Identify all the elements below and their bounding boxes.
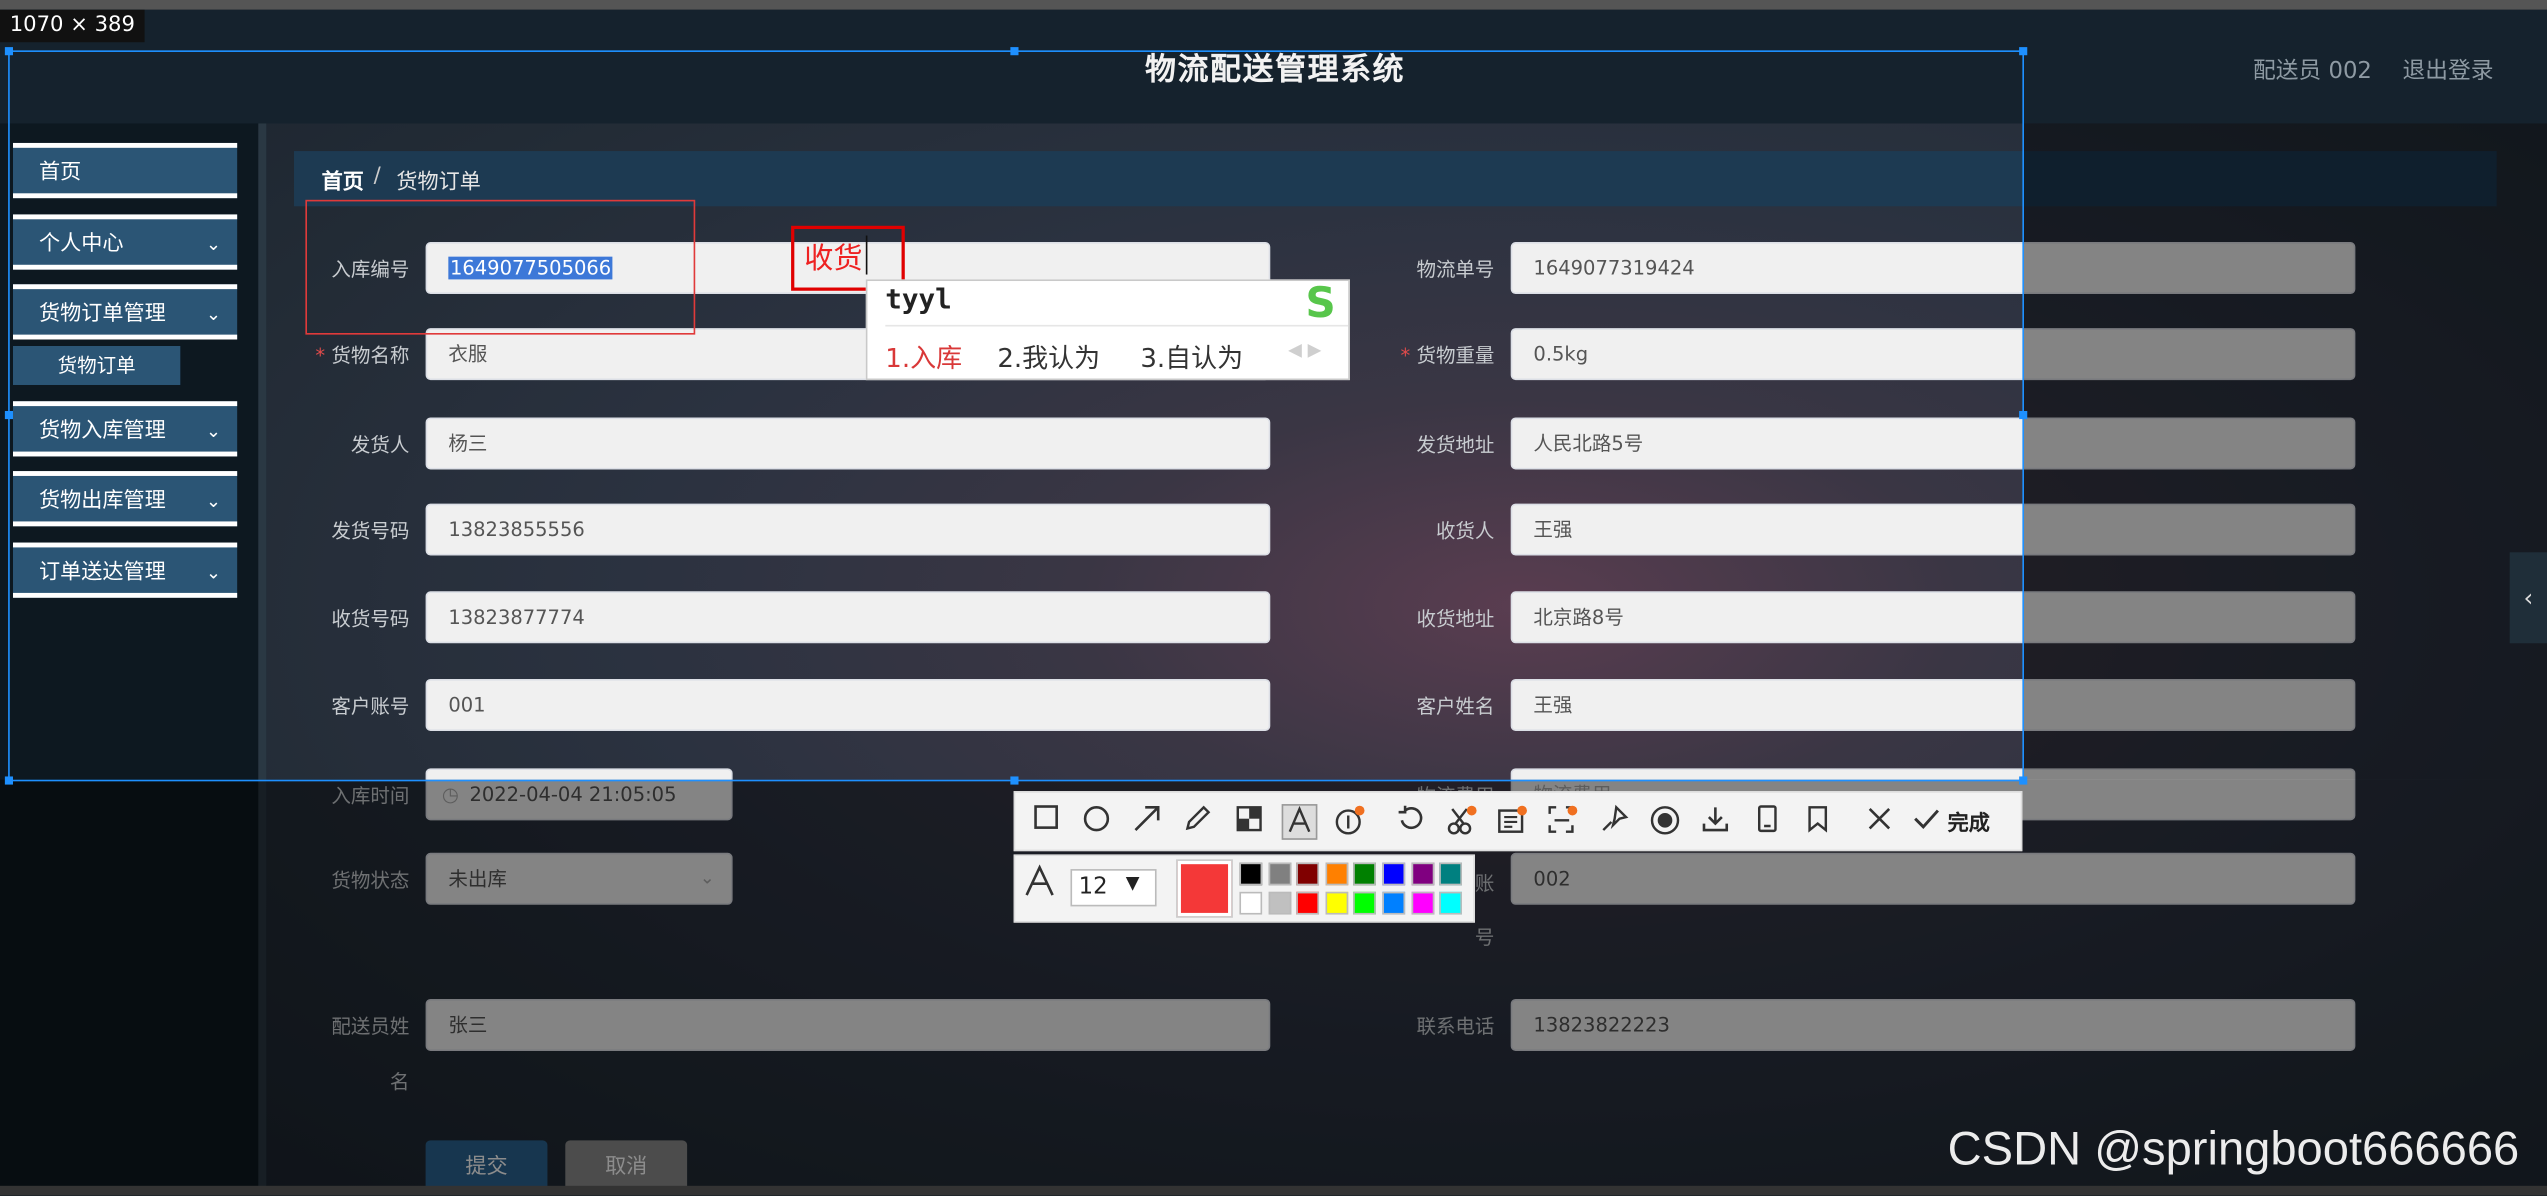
- font-size-select[interactable]: 12: [1070, 869, 1157, 907]
- screenshot-selection[interactable]: [8, 50, 2025, 782]
- logout-link[interactable]: 退出登录: [2402, 54, 2493, 86]
- color-swatch[interactable]: [1325, 891, 1348, 915]
- annotation-rectangle[interactable]: [305, 199, 696, 335]
- check-icon[interactable]: [1912, 804, 1941, 840]
- color-swatch[interactable]: [1296, 862, 1320, 886]
- selection-size-label: 1070 × 389: [0, 9, 145, 43]
- rect-icon[interactable]: [1028, 804, 1064, 840]
- color-swatch[interactable]: [1239, 862, 1263, 886]
- color-swatch[interactable]: [1410, 891, 1434, 915]
- scissors-icon[interactable]: [1444, 804, 1480, 840]
- current-color-swatch[interactable]: [1176, 859, 1233, 918]
- color-swatch[interactable]: [1382, 891, 1406, 915]
- user-label: 配送员 002: [2253, 58, 2372, 85]
- color-swatch[interactable]: [1325, 862, 1348, 886]
- resize-handle[interactable]: [4, 47, 13, 56]
- record-icon[interactable]: [1647, 804, 1683, 840]
- ime-composition: tyyl: [885, 284, 952, 317]
- number-icon[interactable]: [1332, 804, 1368, 840]
- download-icon[interactable]: [1697, 804, 1733, 840]
- resize-handle[interactable]: [2019, 776, 2028, 785]
- watermark: CSDN @springboot666666: [1947, 1124, 2520, 1177]
- ime-candidate[interactable]: 3.自认为: [1140, 336, 1243, 375]
- resize-handle[interactable]: [1010, 47, 1019, 56]
- resize-handle[interactable]: [1010, 776, 1019, 785]
- ocr-icon[interactable]: [1494, 804, 1530, 840]
- resize-handle[interactable]: [2019, 47, 2028, 56]
- text-caret: [865, 235, 868, 275]
- pen-icon[interactable]: [1179, 804, 1215, 840]
- pin-icon[interactable]: [1597, 804, 1633, 840]
- resize-handle[interactable]: [4, 410, 13, 420]
- undo-icon[interactable]: [1394, 804, 1430, 840]
- side-panel-toggle[interactable]: ‹: [2509, 552, 2547, 644]
- bottom-scrollbar[interactable]: [0, 1185, 2547, 1196]
- color-swatch[interactable]: [1267, 862, 1291, 886]
- color-swatch[interactable]: [1439, 891, 1463, 915]
- font-size-value: 12: [1078, 873, 1108, 900]
- ime-page-nav[interactable]: ◀ ▶: [1288, 339, 1321, 360]
- screenshot-shade-right: [2024, 123, 2547, 780]
- resize-handle[interactable]: [4, 776, 13, 785]
- ime-candidate[interactable]: 2.我认为: [997, 336, 1100, 375]
- circle-icon[interactable]: [1079, 804, 1115, 840]
- sogou-logo-icon: S: [1305, 279, 1336, 329]
- ime-candidate[interactable]: 1.入库: [885, 336, 962, 375]
- text-icon[interactable]: [1281, 804, 1318, 840]
- color-swatch[interactable]: [1353, 891, 1377, 915]
- color-swatch[interactable]: [1410, 862, 1434, 886]
- resize-handle[interactable]: [2019, 410, 2028, 420]
- ime-divider: [885, 324, 1349, 327]
- top-edge: [0, 0, 2547, 10]
- annotation-text: 收货: [804, 242, 863, 277]
- chevron-down-icon: ▼: [1125, 872, 1140, 894]
- font-icon: [1023, 863, 1055, 908]
- color-swatch[interactable]: [1267, 891, 1291, 915]
- color-swatch[interactable]: [1382, 862, 1406, 886]
- color-swatch[interactable]: [1296, 891, 1320, 915]
- bookmark-icon[interactable]: [1800, 804, 1836, 840]
- close-icon[interactable]: [1862, 804, 1898, 840]
- color-swatch[interactable]: [1439, 862, 1463, 886]
- phone-icon[interactable]: [1749, 804, 1785, 840]
- done-button[interactable]: 完成: [1948, 806, 1990, 836]
- arrow-icon[interactable]: [1129, 804, 1165, 840]
- color-swatch[interactable]: [1239, 891, 1263, 915]
- mosaic-icon[interactable]: [1231, 804, 1267, 840]
- scan-icon[interactable]: [1545, 804, 1581, 840]
- color-swatch[interactable]: [1353, 862, 1377, 886]
